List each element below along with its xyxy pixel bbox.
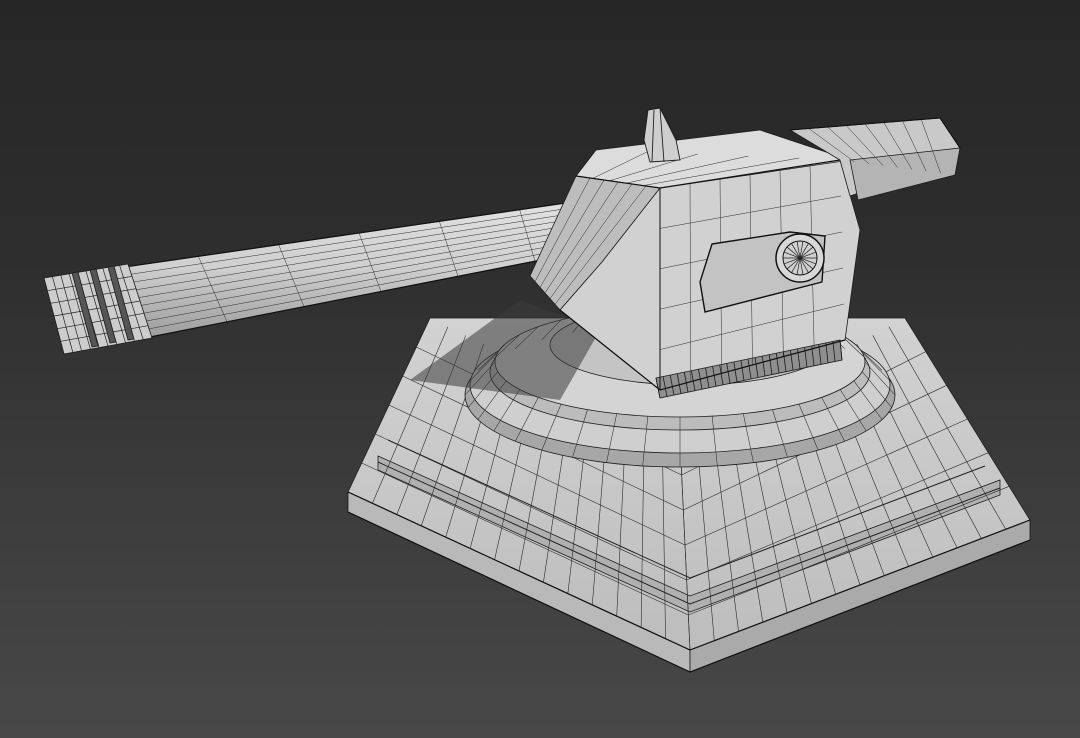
sensor-fin (643, 107, 681, 163)
wireframe-turret-render (43, 107, 1031, 673)
3d-viewport[interactable] (0, 0, 1080, 738)
